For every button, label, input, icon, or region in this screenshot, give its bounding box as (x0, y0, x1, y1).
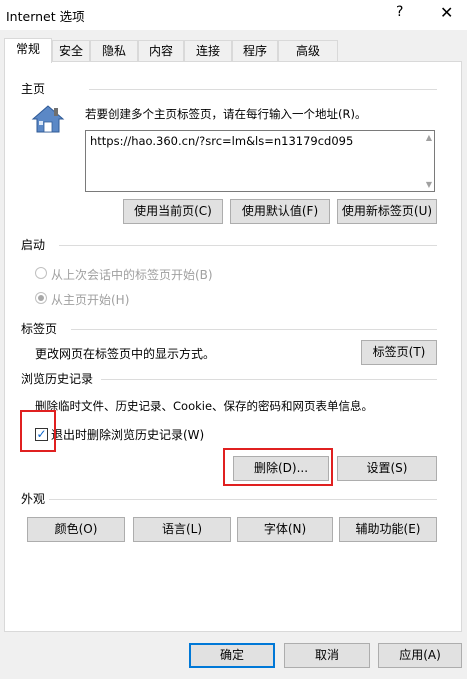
tab-content[interactable]: 内容 (138, 40, 184, 62)
tab-general[interactable]: 常规 (4, 38, 52, 63)
title-bar: Internet 选项 ? ✕ (0, 0, 467, 30)
house-icon (31, 104, 65, 137)
close-icon[interactable]: ✕ (440, 3, 453, 22)
tabs-desc: 更改网页在标签页中的显示方式。 (35, 347, 216, 361)
use-default-button[interactable]: 使用默认值(F) (230, 199, 330, 224)
divider (49, 499, 437, 500)
homepage-url-text: https://hao.360.cn/?src=lm&ls=n13179cd09… (90, 134, 354, 148)
homepage-hint: 若要创建多个主页标签页，请在每行输入一个地址(R)。 (85, 107, 367, 121)
highlight-box-checkbox (20, 410, 56, 452)
scroll-down-icon[interactable]: ▼ (426, 180, 432, 189)
tab-programs[interactable]: 程序 (232, 40, 278, 62)
tabs-settings-button[interactable]: 标签页(T) (361, 340, 437, 365)
history-settings-button[interactable]: 设置(S) (337, 456, 437, 481)
tab-advanced[interactable]: 高级 (278, 40, 338, 62)
use-current-button[interactable]: 使用当前页(C) (123, 199, 223, 224)
divider (101, 379, 437, 380)
history-group-label: 浏览历史记录 (21, 372, 94, 386)
fonts-button[interactable]: 字体(N) (237, 517, 333, 542)
general-panel: 主页 若要创建多个主页标签页，请在每行输入一个地址(R)。 https://ha… (4, 61, 462, 632)
startup-group-label: 启动 (21, 238, 46, 252)
startup-home-radio[interactable] (35, 292, 47, 304)
ok-button[interactable]: 确定 (189, 643, 275, 668)
tab-security[interactable]: 安全 (52, 40, 90, 62)
startup-last-session-radio[interactable] (35, 267, 47, 279)
homepage-group-label: 主页 (21, 82, 46, 96)
help-icon[interactable]: ? (396, 4, 403, 20)
delete-on-exit-label: 退出时删除浏览历史记录(W) (51, 428, 205, 442)
cancel-button[interactable]: 取消 (284, 643, 370, 668)
highlight-box-delete (223, 448, 333, 486)
startup-last-session-label: 从上次会话中的标签页开始(B) (51, 268, 213, 282)
tabs-group-label: 标签页 (21, 322, 58, 336)
appearance-group-label: 外观 (21, 492, 46, 506)
scroll-up-icon[interactable]: ▲ (426, 133, 432, 142)
colors-button[interactable]: 颜色(O) (27, 517, 125, 542)
tab-strip: 常规 安全 隐私 内容 连接 程序 高级 (4, 38, 344, 63)
apply-button[interactable]: 应用(A) (378, 643, 462, 668)
divider (71, 329, 437, 330)
accessibility-button[interactable]: 辅助功能(E) (339, 517, 437, 542)
tab-privacy[interactable]: 隐私 (90, 40, 138, 62)
languages-button[interactable]: 语言(L) (133, 517, 231, 542)
divider (89, 89, 437, 90)
startup-home-label: 从主页开始(H) (51, 293, 130, 307)
homepage-url-textarea[interactable]: https://hao.360.cn/?src=lm&ls=n13179cd09… (85, 130, 435, 192)
history-desc: 删除临时文件、历史记录、Cookie、保存的密码和网页表单信息。 (35, 399, 374, 413)
tab-connections[interactable]: 连接 (184, 40, 232, 62)
window-title: Internet 选项 (6, 9, 85, 24)
use-new-tab-button[interactable]: 使用新标签页(U) (337, 199, 437, 224)
divider (59, 245, 437, 246)
